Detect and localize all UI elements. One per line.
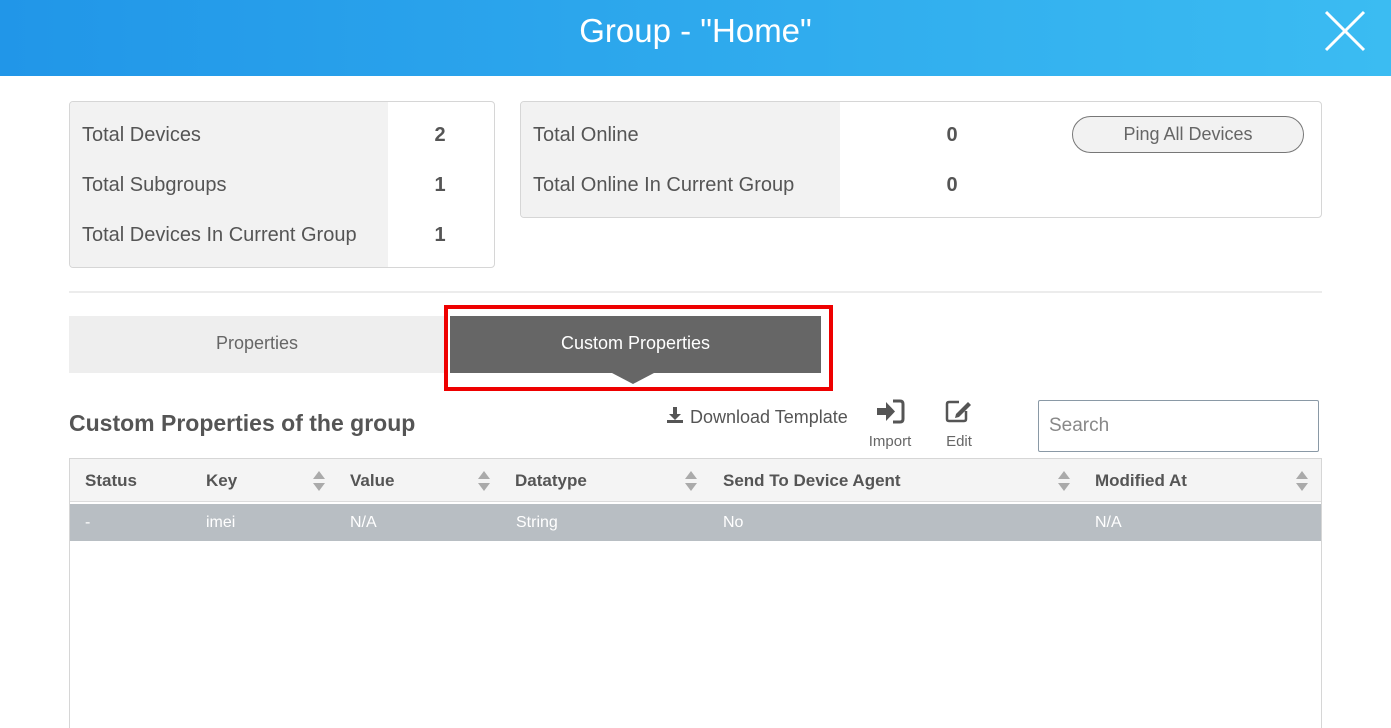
section-divider	[69, 291, 1322, 293]
dialog-title: Group - "Home"	[579, 12, 812, 49]
sort-icon[interactable]	[1295, 470, 1309, 492]
cell-datatype: String	[516, 514, 558, 531]
active-tab-pointer	[612, 373, 654, 384]
cell-modified-at: N/A	[1095, 514, 1122, 531]
sign-in-icon	[875, 399, 905, 428]
sort-icon[interactable]	[477, 470, 491, 492]
tab-properties[interactable]: Properties	[69, 316, 445, 373]
edit-icon	[944, 400, 974, 428]
stat-label-total-subgroups: Total Subgroups	[82, 174, 227, 196]
device-stats-panel: Total Devices 2 Total Subgroups 1 Total …	[69, 101, 495, 268]
stat-value-online-current-group: 0	[946, 174, 958, 196]
stat-label-online-current-group: Total Online In Current Group	[533, 174, 795, 196]
column-header-modified-at[interactable]: Modified At	[1095, 459, 1187, 502]
column-header-send-to-device-agent[interactable]: Send To Device Agent	[723, 459, 901, 502]
dialog-header: Group - "Home"	[0, 0, 1391, 76]
stat-value-devices-current-group: 1	[434, 224, 446, 246]
stat-value-total-devices: 2	[434, 124, 446, 146]
tab-custom-properties[interactable]: Custom Properties	[450, 316, 821, 373]
cell-send-to-agent: No	[723, 514, 744, 531]
stats-label-column	[521, 102, 840, 217]
import-button[interactable]: Import	[862, 398, 918, 450]
column-header-datatype[interactable]: Datatype	[515, 459, 587, 502]
sort-icon[interactable]	[684, 470, 698, 492]
close-icon[interactable]	[1322, 8, 1368, 54]
edit-button[interactable]: Edit	[936, 398, 982, 450]
table-header: Status Key Value Datatype Send To Device…	[70, 459, 1321, 502]
ping-all-devices-button[interactable]: Ping All Devices	[1072, 116, 1304, 153]
sort-icon[interactable]	[1057, 470, 1071, 492]
column-header-key[interactable]: Key	[206, 459, 237, 502]
download-icon	[666, 406, 684, 429]
import-label: Import	[868, 433, 912, 450]
cell-value: N/A	[350, 514, 377, 531]
download-template-label: Download Template	[690, 407, 848, 427]
stat-label-devices-current-group: Total Devices In Current Group	[82, 224, 357, 246]
sort-icon[interactable]	[312, 470, 326, 492]
download-template-button[interactable]: Download Template	[666, 406, 848, 429]
stat-value-total-subgroups: 1	[434, 174, 446, 196]
custom-properties-table: Status Key Value Datatype Send To Device…	[69, 458, 1322, 728]
edit-label: Edit	[946, 433, 972, 450]
stat-label-total-devices: Total Devices	[82, 124, 201, 146]
section-title: Custom Properties of the group	[69, 410, 416, 436]
cell-key: imei	[206, 514, 236, 531]
column-header-value[interactable]: Value	[350, 459, 394, 502]
column-header-status[interactable]: Status	[85, 459, 137, 502]
search-input[interactable]	[1038, 400, 1319, 452]
table-row[interactable]: - imei N/A String No N/A	[70, 504, 1321, 541]
stat-value-total-online: 0	[946, 124, 958, 146]
cell-status: -	[85, 514, 91, 531]
stat-label-total-online: Total Online	[533, 124, 639, 146]
